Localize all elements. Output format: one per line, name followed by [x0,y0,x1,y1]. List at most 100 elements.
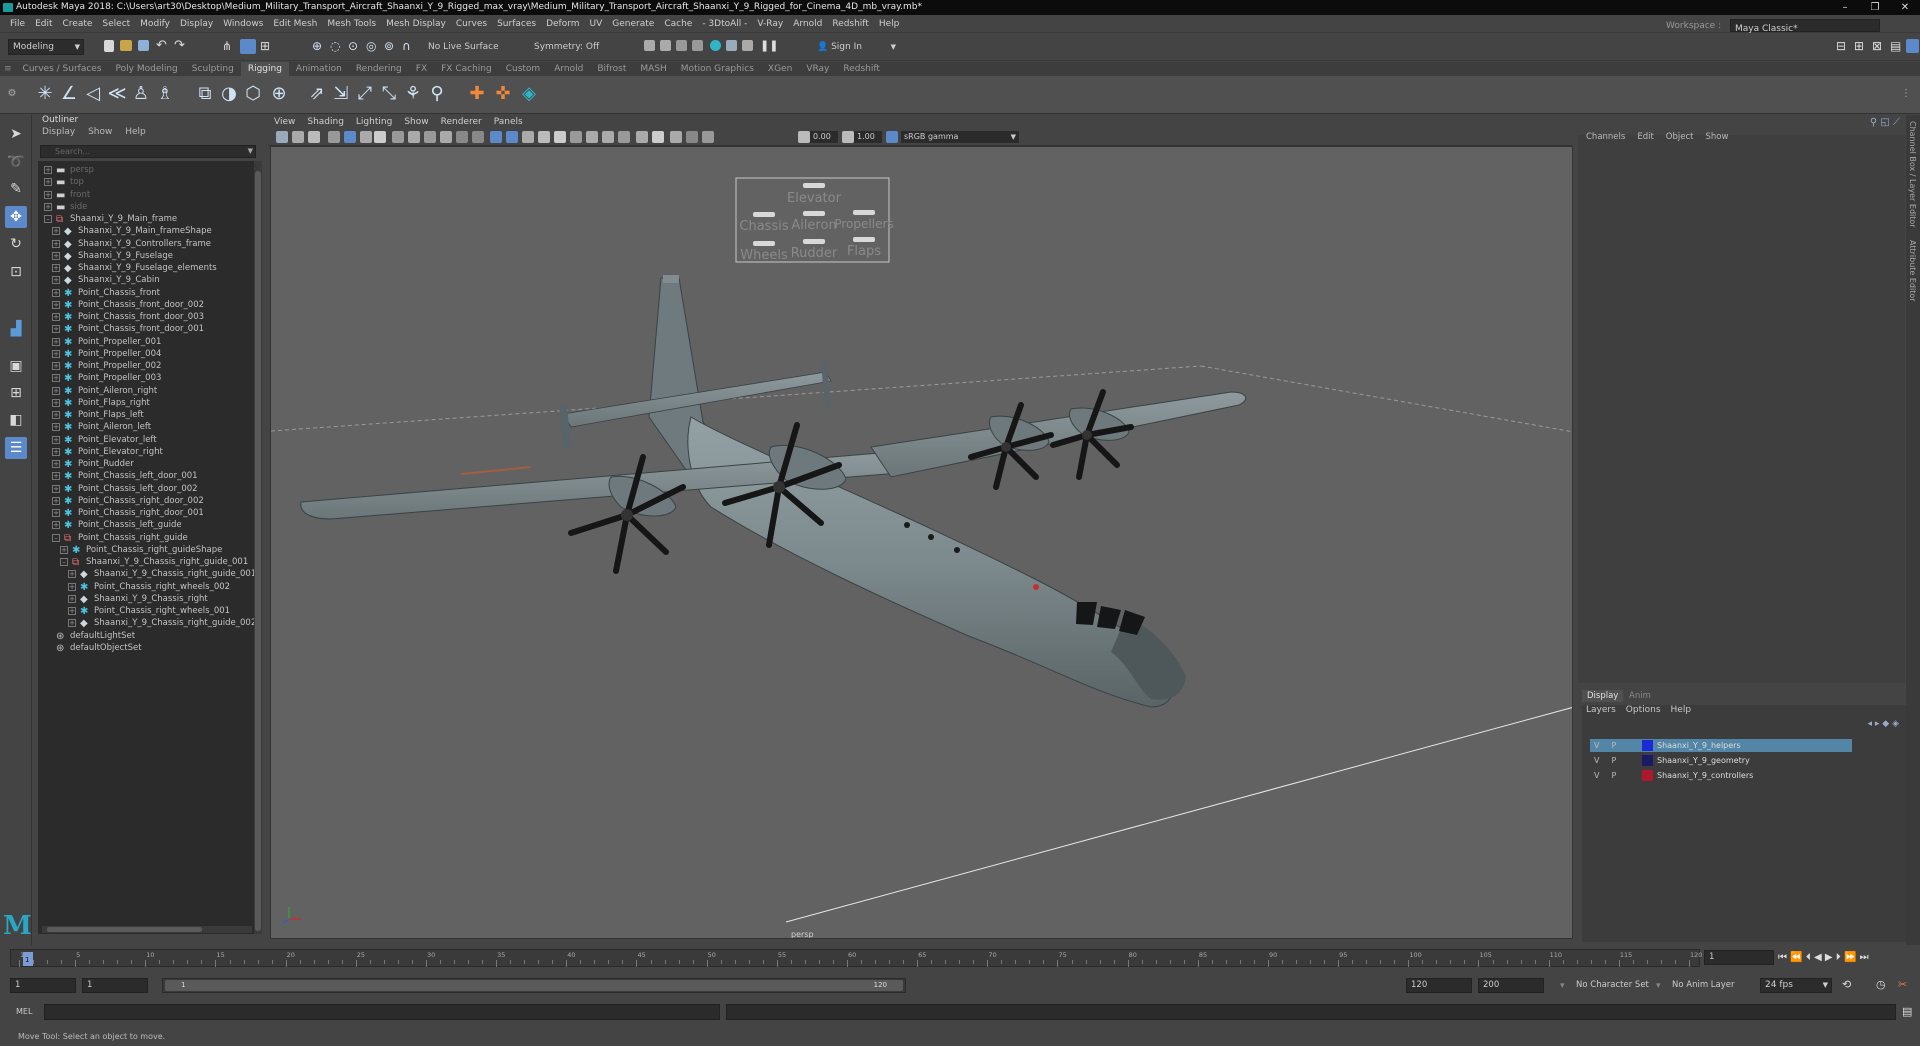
shelf-tab-poly-modeling[interactable]: Poly Modeling [109,62,185,76]
expand-icon[interactable]: + [52,386,60,395]
anim-layer-icon[interactable]: ▾ [1656,981,1661,991]
scale-tool-icon[interactable]: ⊡ [5,261,27,283]
expand-icon[interactable]: + [52,447,60,456]
isolate-select-icon[interactable] [652,131,664,143]
expand-icon[interactable]: + [44,166,52,174]
select-component-icon[interactable]: ⊞ [260,40,274,54]
expand-icon[interactable]: + [52,435,60,444]
expand-icon[interactable]: + [52,337,60,346]
expand-icon[interactable]: + [52,325,60,334]
collapse-icon[interactable]: – [52,533,60,542]
step-back-key-icon[interactable]: ⏪ [1790,952,1802,963]
image-plane-icon[interactable] [328,131,340,143]
gamma-field[interactable]: 1.00 [854,131,882,143]
auto-key-icon[interactable]: ◷ [1876,978,1886,991]
paint-select-tool-icon[interactable]: ✎ [5,178,27,200]
depth-of-field-icon[interactable] [636,131,648,143]
mirror-joint-icon[interactable]: ≪ [106,82,128,106]
expand-icon[interactable]: + [52,349,60,358]
expand-icon[interactable]: + [68,619,76,628]
safe-title-icon[interactable] [472,131,484,143]
expand-icon[interactable]: + [52,472,60,481]
menu-mesh-display[interactable]: Mesh Display [381,15,451,33]
new-scene-icon[interactable] [104,40,114,52]
use-all-lights-icon[interactable] [554,131,566,143]
sign-in-dropdown[interactable]: 👤 Sign In ▼ [812,39,900,55]
bind-skin-icon[interactable]: ⧉ [194,82,216,106]
gamma-icon[interactable] [842,131,854,143]
humanik-icon[interactable]: ♗ [154,82,176,106]
layer-playback-toggle[interactable]: P [1611,756,1616,765]
shelf-tab-animation[interactable]: Animation [289,62,349,76]
render-settings-icon[interactable] [692,40,703,51]
modeling-toolkit-icon[interactable]: ▤ [1890,40,1904,54]
play-back-icon[interactable]: ◀ [1814,952,1822,963]
menu-uv[interactable]: UV [585,15,608,33]
menu-edit[interactable]: Edit [30,15,57,33]
menu-3dtoall[interactable]: - 3DtoAll - [697,15,752,33]
shelf-tab-rendering[interactable]: Rendering [349,62,409,76]
expand-icon[interactable]: + [52,300,60,309]
viewport-menu-view[interactable]: View [268,115,301,129]
shelf-tab-bifrost[interactable]: Bifrost [590,62,633,76]
expand-icon[interactable]: + [52,239,60,248]
layout-icon[interactable]: ⊟ [1836,40,1850,54]
tool-settings-icon[interactable]: ⊠ [1872,40,1886,54]
color-management-icon[interactable] [886,131,898,143]
side-tab-channel-box[interactable]: Channel Box / Layer Editor [1908,121,1917,228]
ik-spline-icon[interactable]: ◁ [82,82,104,106]
shelf-tab-rigging[interactable]: Rigging [240,62,289,76]
menu-modify[interactable]: Modify [135,15,175,33]
field-chart-icon[interactable] [440,131,452,143]
menu-cache[interactable]: Cache [659,15,697,33]
shelf-tab-redshift[interactable]: Redshift [836,62,887,76]
shelf-tab-curves-surfaces[interactable]: Curves / Surfaces [16,62,109,76]
render-view-icon[interactable] [726,40,737,51]
play-forward-icon[interactable]: ▶ [1825,952,1833,963]
shelf-tab-sculpting[interactable]: Sculpting [185,62,241,76]
anim-layer-dropdown[interactable]: No Anim Layer [1672,980,1735,990]
select-object-icon[interactable] [240,39,256,54]
anti-aliasing-icon[interactable] [618,131,630,143]
outliner-scrollbar[interactable] [254,161,262,934]
flaps-control[interactable] [853,237,875,242]
menu-display[interactable]: Display [175,15,218,33]
command-input[interactable] [44,1004,720,1020]
aileron-control[interactable] [803,211,825,216]
expand-icon[interactable]: + [68,582,76,591]
shelf-options-icon[interactable]: ⚙ [6,82,18,106]
playback-start-field[interactable]: 1 [82,978,148,993]
locator-icon[interactable]: ✚ [466,82,488,106]
expand-icon[interactable]: + [52,398,60,407]
rudder-control[interactable] [803,239,825,244]
range-bar-handle[interactable]: 1 120 [165,980,903,991]
expand-icon[interactable]: + [52,276,60,285]
safe-action-icon[interactable] [456,131,468,143]
menu-edit-mesh[interactable]: Edit Mesh [268,15,322,33]
expand-icon[interactable]: + [44,202,52,211]
move-layer-down-icon[interactable]: ▸ [1875,719,1880,729]
aim-locator-icon[interactable]: ✜ [492,82,514,106]
wire-deformer-icon[interactable]: ⇲ [330,82,352,106]
menu-file[interactable]: File [5,15,30,33]
script-language-label[interactable]: MEL [16,1007,32,1016]
open-scene-icon[interactable] [120,40,132,51]
outliner-item[interactable]: ⊛ defaultObjectSet [38,641,256,656]
expand-icon[interactable]: + [44,178,52,187]
shelf-tab-arnold[interactable]: Arnold [547,62,590,76]
lattice-icon[interactable]: ⊕ [268,82,290,106]
menuset-dropdown[interactable]: Modeling ▼ [8,39,84,55]
new-layer-icon[interactable]: ◆ [1882,719,1889,729]
layer-color-swatch[interactable] [1642,740,1653,751]
workspace-dropdown[interactable]: Maya Classic* [1730,19,1880,34]
expand-icon[interactable]: + [52,496,60,505]
smooth-bind-icon[interactable]: ◑ [218,82,240,106]
scene-end-field[interactable]: 200 [1478,978,1544,993]
layer-menu-help[interactable]: Help [1671,705,1692,715]
move-layer-up-icon[interactable]: ◂ [1867,719,1872,729]
expand-icon[interactable]: + [60,545,68,554]
chassis-control[interactable] [753,212,775,217]
expand-icon[interactable]: + [52,521,60,530]
menu-create[interactable]: Create [58,15,98,33]
side-tab-attribute-editor[interactable]: Attribute Editor [1908,240,1917,302]
